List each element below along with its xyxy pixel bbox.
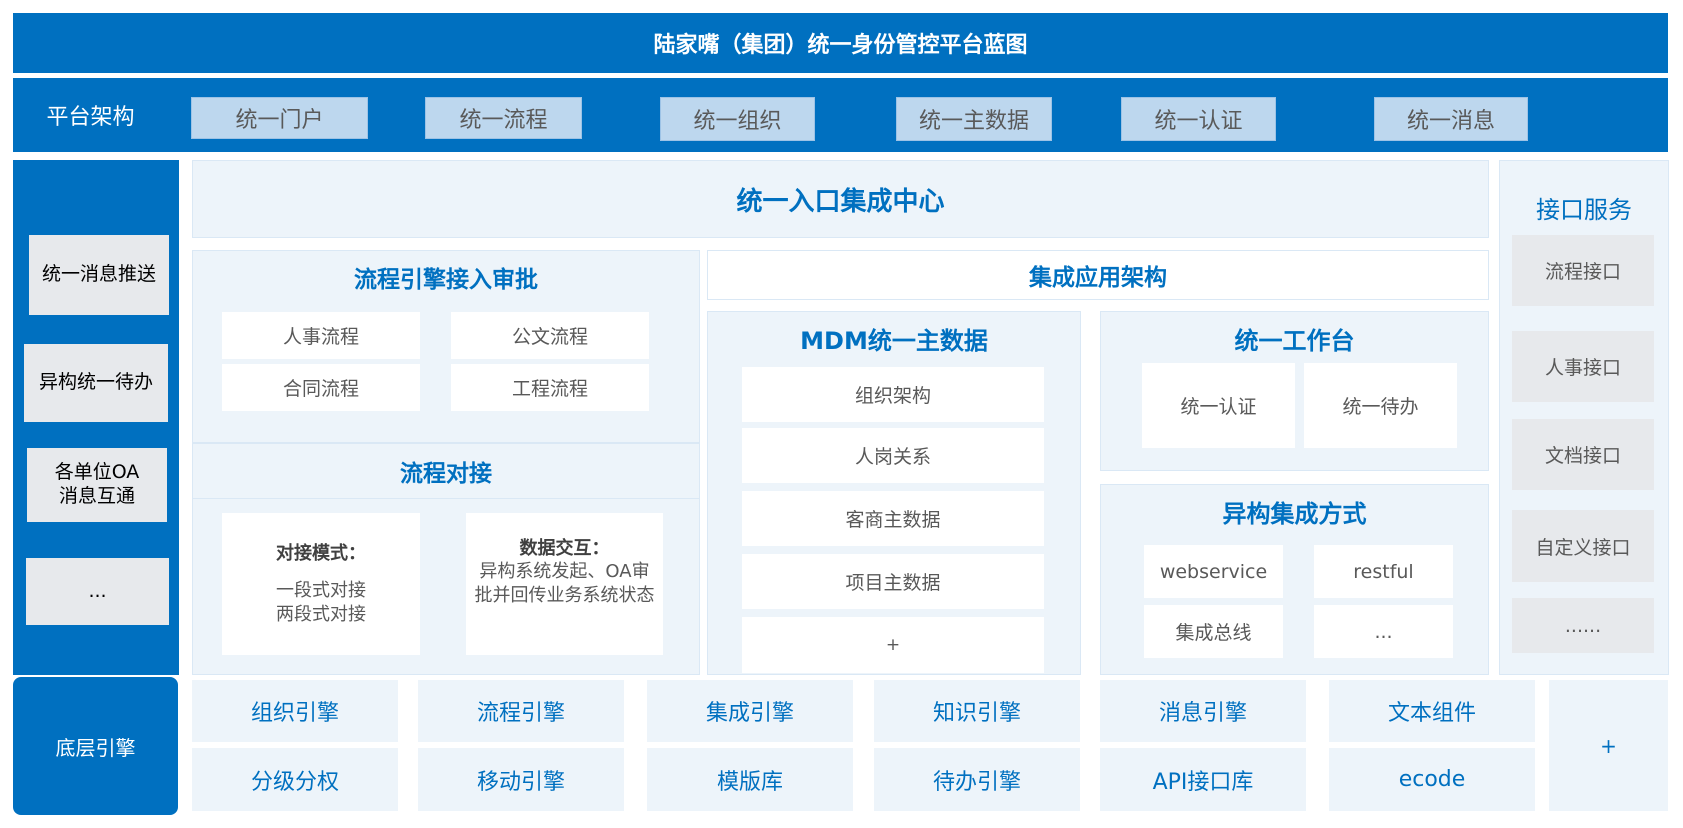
workbench-item-todo[interactable]: 统一待办 [1304,363,1457,448]
mdm-item-add[interactable]: + [742,617,1044,673]
engine-text-component[interactable]: 文本组件 [1329,680,1535,742]
workbench-item-auth[interactable]: 统一认证 [1142,363,1295,448]
integration-title-panel: 集成应用架构 [707,250,1489,300]
engine-ecode[interactable]: ecode [1329,748,1535,811]
engine-org[interactable]: 组织引擎 [192,680,398,742]
mdm-item-org[interactable]: 组织架构 [742,367,1044,422]
interface-item-flow[interactable]: 流程接口 [1512,235,1654,306]
approval-title: 流程引擎接入审批 [354,267,538,293]
platform-item-master-data[interactable]: 统一主数据 [896,97,1052,141]
interface-item-more[interactable]: ...... [1512,598,1654,653]
platform-label: 平台架构 [46,105,135,130]
hetero-item-bus[interactable]: 集成总线 [1144,605,1283,658]
mdm-item-post[interactable]: 人岗关系 [742,428,1044,483]
platform-item-flow[interactable]: 统一流程 [425,97,582,139]
engine-knowledge[interactable]: 知识引擎 [874,680,1080,742]
interface-title: 接口服务 [1536,195,1632,224]
approval-item-project[interactable]: 工程流程 [451,364,649,411]
center-title-panel: 统一入口集成中心 [192,160,1489,238]
interface-item-hr[interactable]: 人事接口 [1512,331,1654,402]
engine-message[interactable]: 消息引擎 [1100,680,1306,742]
mdm-item-customer[interactable]: 客商主数据 [742,491,1044,546]
engine-todo[interactable]: 待办引擎 [874,748,1080,811]
hetero-item-restful[interactable]: restful [1314,545,1453,598]
bottom-engine-label: 底层引擎 [13,677,178,815]
mdm-item-project[interactable]: 项目主数据 [742,554,1044,609]
left-item-unified-todo[interactable]: 异构统一待办 [24,344,168,422]
docking-exchange-card: 数据交互： 异构系统发起、OA审批并回传业务系统状态 [466,513,663,655]
platform-item-org[interactable]: 统一组织 [660,97,815,141]
docking-exchange-text: 异构系统发起、OA审批并回传业务系统状态 [474,561,655,606]
docking-exchange-title: 数据交互： [519,538,610,559]
approval-item-document[interactable]: 公文流程 [451,312,649,359]
interface-item-doc[interactable]: 文档接口 [1512,419,1654,490]
page-title: 陆家嘴（集团）统一身份管控平台蓝图 [13,13,1668,73]
hetero-item-webservice[interactable]: webservice [1144,545,1283,598]
approval-item-contract[interactable]: 合同流程 [222,364,420,411]
left-item-more[interactable]: ... [26,558,169,625]
platform-item-message[interactable]: 统一消息 [1374,97,1528,141]
engine-integration[interactable]: 集成引擎 [647,680,853,742]
engine-add-button[interactable]: + [1549,680,1668,811]
left-item-oa-message[interactable]: 各单位OA 消息互通 [27,448,167,522]
workbench-title: 统一工作台 [1234,326,1355,355]
docking-title: 流程对接 [192,443,700,499]
mdm-title: MDM统一主数据 [800,326,988,355]
engine-flow[interactable]: 流程引擎 [418,680,624,742]
left-item-message-push[interactable]: 统一消息推送 [29,235,169,315]
hetero-title: 异构集成方式 [1222,499,1367,528]
engine-grading[interactable]: 分级分权 [192,748,398,811]
platform-item-portal[interactable]: 统一门户 [191,97,368,139]
interface-item-custom[interactable]: 自定义接口 [1512,510,1654,582]
platform-item-auth[interactable]: 统一认证 [1121,97,1276,141]
hetero-item-more[interactable]: ... [1314,605,1453,658]
docking-mode-line-2: 两段式对接 [276,603,366,625]
engine-mobile[interactable]: 移动引擎 [418,748,624,811]
approval-item-hr[interactable]: 人事流程 [222,312,420,359]
docking-mode-card: 对接模式： 一段式对接 两段式对接 [222,513,420,655]
docking-mode-line-1: 一段式对接 [276,580,366,602]
engine-api[interactable]: API接口库 [1100,748,1306,811]
engine-template[interactable]: 模版库 [647,748,853,811]
docking-mode-title: 对接模式： [276,542,366,564]
